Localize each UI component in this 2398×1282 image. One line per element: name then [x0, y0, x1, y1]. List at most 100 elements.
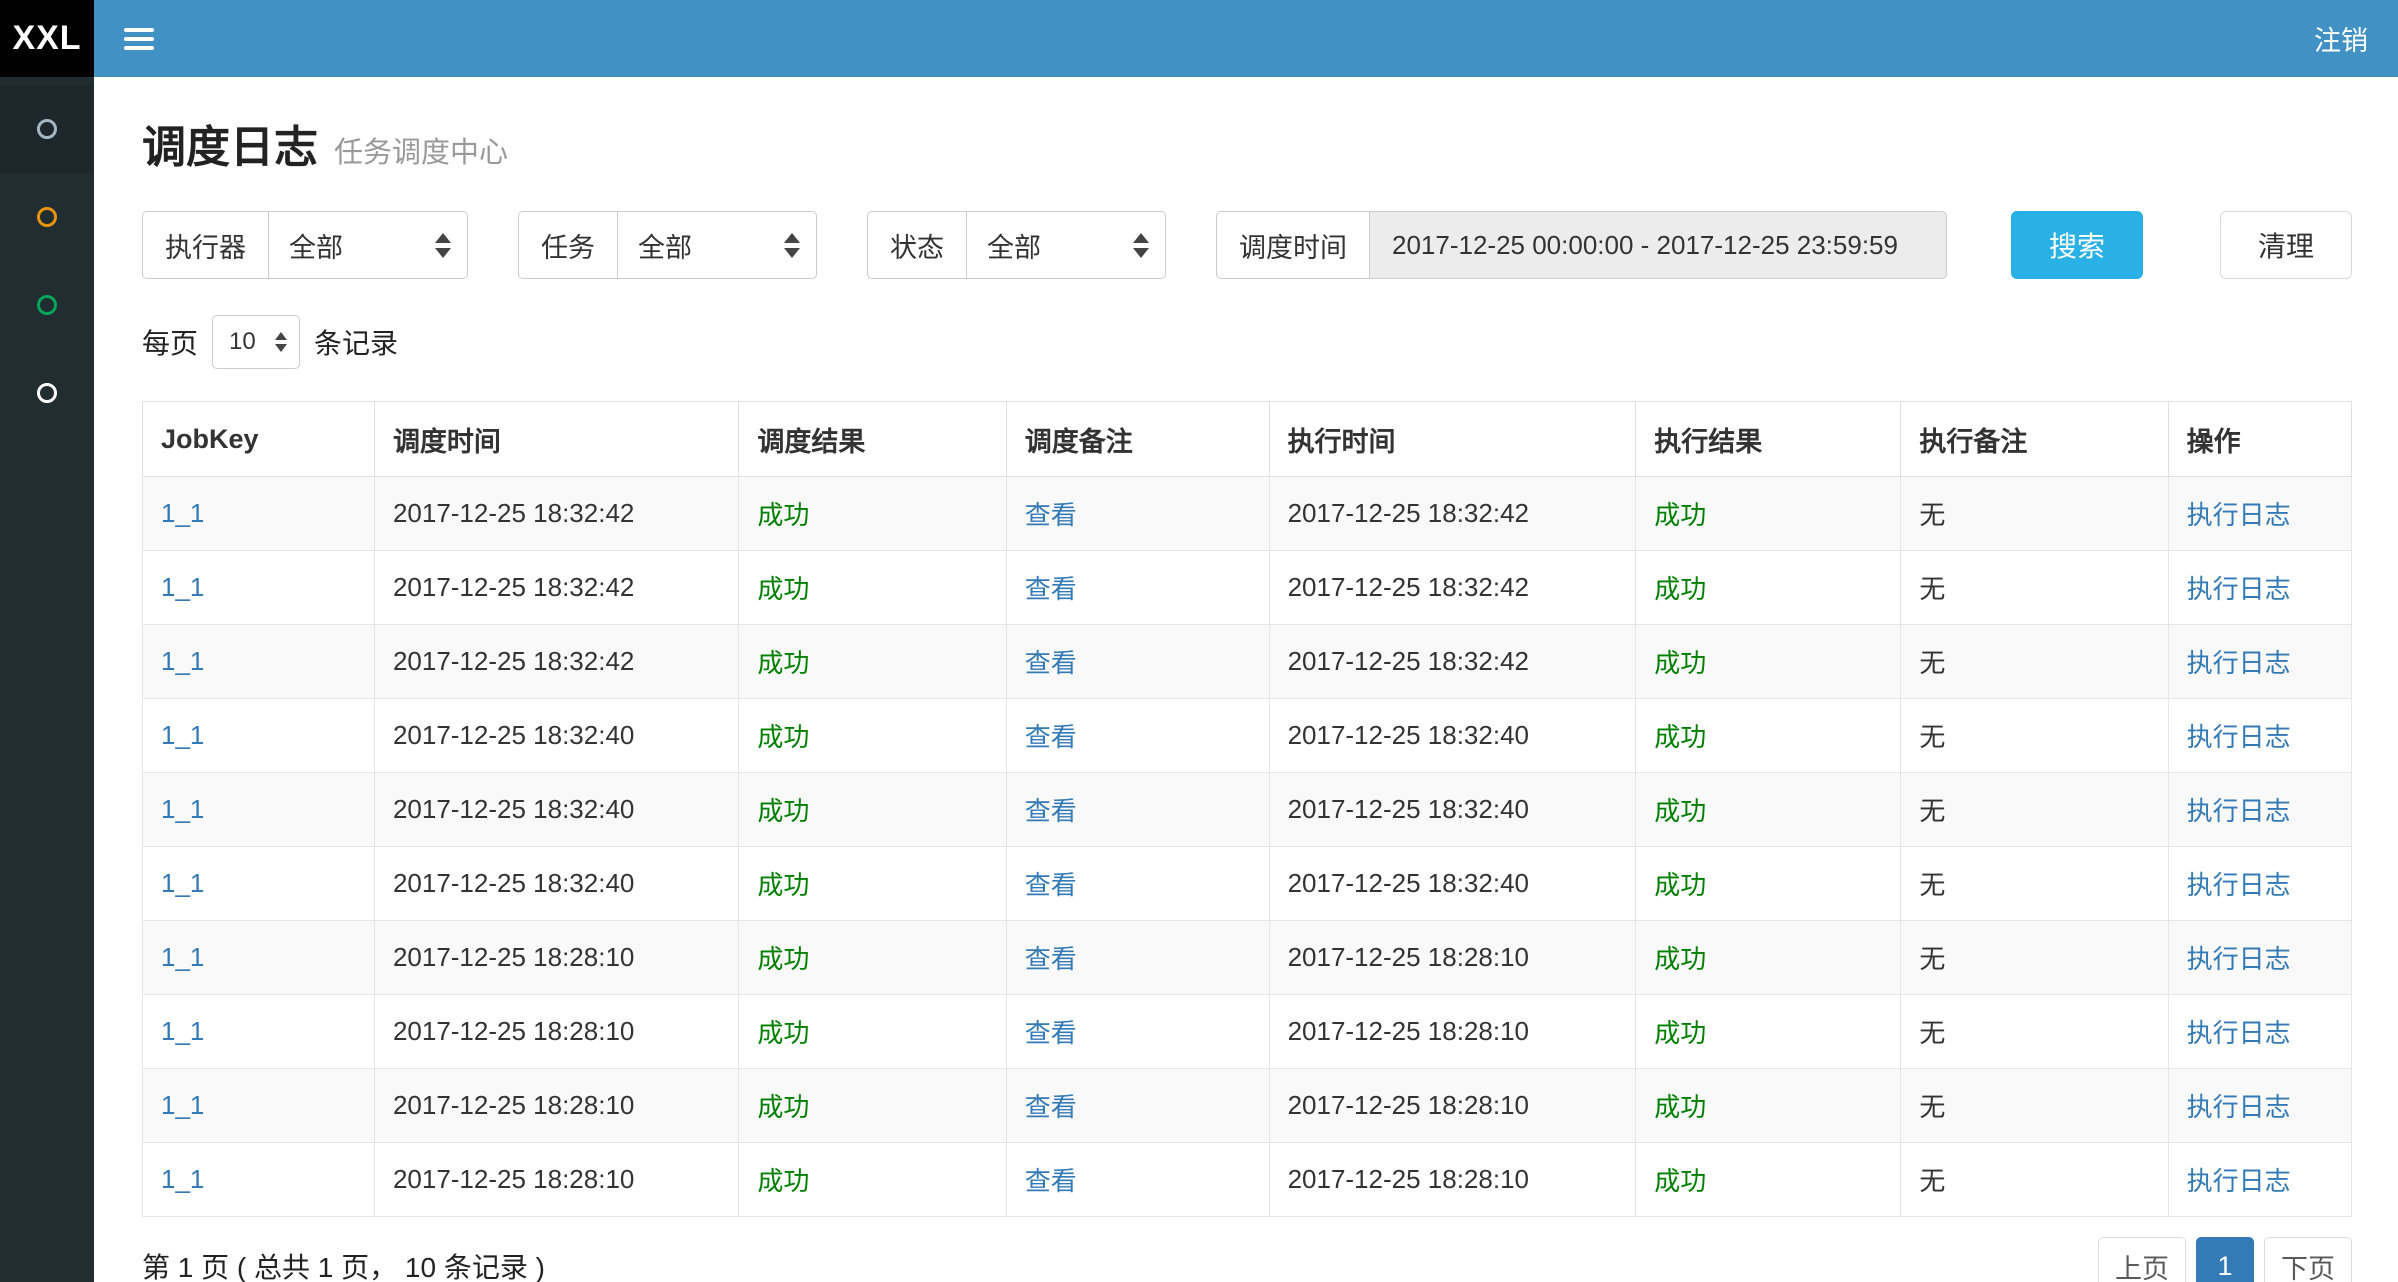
handle-result-text: 成功 — [1654, 574, 1706, 604]
cell-trigger-result: 成功 — [739, 551, 1006, 625]
job-select[interactable]: 全部 — [617, 211, 817, 279]
cell-trigger-time: 2017-12-25 18:32:40 — [374, 773, 738, 847]
table-row: 1_1 2017-12-25 18:32:40 成功 查看 2017-12-25 18:… — [143, 699, 2352, 773]
cell-handle-time: 2017-12-25 18:32:40 — [1269, 699, 1636, 773]
sidebar-item-4[interactable] — [0, 349, 94, 437]
col-trigger-remark: 调度备注 — [1006, 402, 1269, 477]
handle-time-text: 2017-12-25 18:32:40 — [1288, 794, 1529, 824]
jobkey-link[interactable]: 1_1 — [161, 1090, 204, 1120]
action-log-link[interactable]: 执行日志 — [2187, 722, 2291, 752]
col-handle-time: 执行时间 — [1269, 402, 1636, 477]
handle-time-text: 2017-12-25 18:32:40 — [1288, 868, 1529, 898]
trigger-time-text: 2017-12-25 18:32:42 — [393, 646, 634, 676]
trigger-remark-link[interactable]: 查看 — [1025, 1092, 1077, 1122]
handle-time-text: 2017-12-25 18:32:42 — [1288, 498, 1529, 528]
action-log-link[interactable]: 执行日志 — [2187, 1166, 2291, 1196]
sidebar-item-1[interactable] — [0, 85, 94, 173]
jobkey-link[interactable]: 1_1 — [161, 1016, 204, 1046]
trigger-time-text: 2017-12-25 18:28:10 — [393, 1164, 634, 1194]
jobkey-link[interactable]: 1_1 — [161, 942, 204, 972]
status-select-value: 全部 — [987, 226, 1041, 265]
status-label: 状态 — [867, 211, 966, 279]
handle-time-text: 2017-12-25 18:32:42 — [1288, 646, 1529, 676]
action-log-link[interactable]: 执行日志 — [2187, 796, 2291, 826]
table-header-row: JobKey 调度时间 调度结果 调度备注 执行时间 执行结果 执行备注 操作 — [143, 402, 2352, 477]
trigger-remark-link[interactable]: 查看 — [1025, 1018, 1077, 1048]
jobkey-link[interactable]: 1_1 — [161, 1164, 204, 1194]
trigger-remark-link[interactable]: 查看 — [1025, 796, 1077, 826]
jobkey-link[interactable]: 1_1 — [161, 720, 204, 750]
handle-time-text: 2017-12-25 18:32:42 — [1288, 572, 1529, 602]
sidebar-item-2[interactable] — [0, 173, 94, 261]
cell-handle-remark: 无 — [1901, 995, 2168, 1069]
trigger-remark-link[interactable]: 查看 — [1025, 722, 1077, 752]
next-page-button[interactable]: 下页 — [2264, 1237, 2352, 1282]
cell-action: 执行日志 — [2168, 699, 2351, 773]
cell-trigger-result: 成功 — [739, 625, 1006, 699]
cell-handle-remark: 无 — [1901, 1069, 2168, 1143]
trigger-remark-link[interactable]: 查看 — [1025, 648, 1077, 678]
cell-trigger-time: 2017-12-25 18:32:40 — [374, 699, 738, 773]
page-size-suffix: 条记录 — [314, 322, 398, 362]
pagination-info: 第 1 页 ( 总共 1 页， 10 条记录 ) — [142, 1246, 545, 1282]
trigger-remark-link[interactable]: 查看 — [1025, 944, 1077, 974]
cell-action: 执行日志 — [2168, 847, 2351, 921]
cell-handle-result: 成功 — [1636, 1069, 1901, 1143]
cell-trigger-result: 成功 — [739, 995, 1006, 1069]
trigger-remark-link[interactable]: 查看 — [1025, 500, 1077, 530]
jobkey-link[interactable]: 1_1 — [161, 646, 204, 676]
cell-jobkey: 1_1 — [143, 995, 375, 1069]
jobkey-link[interactable]: 1_1 — [161, 572, 204, 602]
table-row: 1_12017-12-25 18:28:10成功查看2017-12-25 18:… — [143, 1069, 2352, 1143]
trigger-result-text: 成功 — [757, 796, 809, 826]
action-log-link[interactable]: 执行日志 — [2187, 500, 2291, 530]
filter-trigger-time: 调度时间 — [1216, 211, 1947, 279]
action-log-link[interactable]: 执行日志 — [2187, 1092, 2291, 1122]
trigger-remark-link[interactable]: 查看 — [1025, 1166, 1077, 1196]
page-size-select[interactable]: 10 — [212, 315, 300, 369]
cell-trigger-remark: 查看 — [1006, 477, 1269, 551]
cell-trigger-remark: 查看 — [1006, 1143, 1269, 1217]
current-page-button[interactable]: 1 — [2196, 1237, 2254, 1282]
cell-handle-time: 2017-12-25 18:28:10 — [1269, 1143, 1636, 1217]
trigger-remark-link[interactable]: 查看 — [1025, 870, 1077, 900]
jobkey-link[interactable]: 1_1 — [161, 794, 204, 824]
jobkey-link[interactable]: 1_1 — [161, 868, 204, 898]
cell-jobkey: 1_1 — [143, 921, 375, 995]
jobkey-link[interactable]: 1_1 — [161, 498, 204, 528]
executor-select-value: 全部 — [289, 226, 343, 265]
action-log-link[interactable]: 执行日志 — [2187, 648, 2291, 678]
action-log-link[interactable]: 执行日志 — [2187, 574, 2291, 604]
handle-remark-text: 无 — [1919, 1092, 1945, 1122]
trigger-result-text: 成功 — [757, 722, 809, 752]
cell-handle-time: 2017-12-25 18:28:10 — [1269, 995, 1636, 1069]
search-button[interactable]: 搜索 — [2011, 211, 2143, 279]
clear-button[interactable]: 清理 — [2220, 211, 2352, 279]
action-log-link[interactable]: 执行日志 — [2187, 944, 2291, 974]
cell-handle-time: 2017-12-25 18:32:42 — [1269, 551, 1636, 625]
app-logo[interactable]: XXL — [0, 0, 94, 77]
cell-handle-result: 成功 — [1636, 773, 1901, 847]
table-row: 1_12017-12-25 18:28:10成功查看2017-12-25 18:… — [143, 995, 2352, 1069]
trigger-remark-link[interactable]: 查看 — [1025, 574, 1077, 604]
executor-select[interactable]: 全部 — [268, 211, 468, 279]
cell-trigger-time: 2017-12-25 18:28:10 — [374, 921, 738, 995]
cell-trigger-time: 2017-12-25 18:28:10 — [374, 1143, 738, 1217]
cell-handle-remark: 无 — [1901, 773, 2168, 847]
job-select-value: 全部 — [638, 226, 692, 265]
cell-trigger-result: 成功 — [739, 773, 1006, 847]
circle-outline-icon — [37, 119, 57, 139]
cell-handle-result: 成功 — [1636, 921, 1901, 995]
status-select[interactable]: 全部 — [966, 211, 1166, 279]
prev-page-button[interactable]: 上页 — [2098, 1237, 2186, 1282]
trigger-time-input[interactable] — [1369, 211, 1947, 279]
sidebar-item-3[interactable] — [0, 261, 94, 349]
cell-handle-time: 2017-12-25 18:32:40 — [1269, 847, 1636, 921]
logout-link[interactable]: 注销 — [2314, 19, 2368, 58]
cell-trigger-result: 成功 — [739, 1069, 1006, 1143]
cell-trigger-time: 2017-12-25 18:32:42 — [374, 625, 738, 699]
table-row: 1_1 2017-12-25 18:32:40 成功 查看 2017-12-25 18:… — [143, 773, 2352, 847]
sidebar-toggle-button[interactable] — [124, 28, 154, 50]
action-log-link[interactable]: 执行日志 — [2187, 870, 2291, 900]
action-log-link[interactable]: 执行日志 — [2187, 1018, 2291, 1048]
